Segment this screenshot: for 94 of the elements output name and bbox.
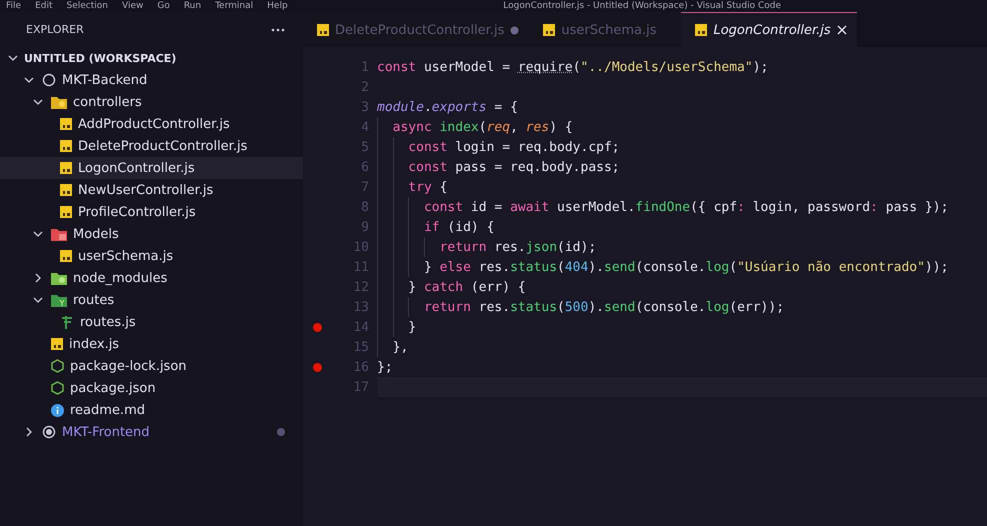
chevron-icon[interactable] [8, 53, 18, 63]
workspace-header[interactable]: UNTITLED (WORKSPACE) [0, 47, 303, 69]
folder-icon [51, 272, 67, 284]
folder-gear-icon [51, 96, 67, 108]
code-line: try { [408, 180, 448, 194]
line-number: 9 [360, 220, 369, 234]
unsaved-dot-icon [510, 26, 520, 34]
hexagon-icon [51, 359, 64, 373]
js-file-icon [317, 24, 329, 36]
tree-folder[interactable]: controllers [0, 91, 303, 113]
tree-folder[interactable]: node_modules [0, 267, 303, 289]
code-line: module.exports = { [377, 100, 518, 114]
code-line: const id = await userModel.findOne({ cpf: login, password: pass }); [424, 200, 948, 214]
tree-entry[interactable]: ProfileController.js [0, 201, 303, 223]
js-file-icon [60, 184, 72, 196]
code-line: }; [377, 360, 393, 374]
line-number: 8 [360, 200, 369, 214]
tree-folder[interactable]: MKT-Frontend [0, 421, 303, 443]
code-line: } else res.status(404).send(console.log("Usúario não encontrado")); [424, 260, 948, 274]
tree-entry[interactable]: NewUserController.js [0, 179, 303, 201]
line-number: 16 [352, 360, 369, 374]
chevron-icon[interactable] [33, 273, 43, 283]
code-line: return res.json(id); [440, 240, 596, 254]
js-file-icon [51, 338, 63, 350]
menu-bar-item[interactable]: Run [184, 1, 202, 11]
line-number: 10 [352, 240, 369, 254]
chevron-icon[interactable] [33, 229, 43, 239]
js-file-icon [695, 24, 708, 36]
js-file-icon [60, 162, 72, 174]
code-line: async index(req, res) { [392, 120, 573, 134]
code-line: const pass = req.body.pass; [408, 160, 620, 174]
line-number: 6 [360, 160, 369, 174]
js-file-icon [543, 24, 556, 36]
chevron-icon[interactable] [33, 97, 43, 107]
tree-entry[interactable]: routes.js [0, 311, 303, 333]
close-icon[interactable] [836, 25, 847, 35]
code-line: }, [392, 340, 408, 354]
more-icon[interactable] [271, 28, 285, 32]
window-title: LogonController.js - Untitled (Workspace) - Visual Studio Code [503, 1, 781, 11]
tree-folder[interactable]: routes [0, 289, 303, 311]
tree-entry[interactable]: package.json [0, 377, 303, 399]
line-number: 11 [352, 260, 369, 274]
line-number: 15 [352, 340, 369, 354]
menu-bar-item[interactable]: Edit [35, 1, 52, 11]
line-number: 4 [360, 120, 369, 134]
tree-entry[interactable]: package-lock.json [0, 355, 303, 377]
tree-folder[interactable]: MKT-Backend [0, 69, 303, 91]
code-line: const userModel = require("../Models/userSchema"); [377, 60, 768, 74]
js-file-icon [60, 206, 72, 218]
js-file-icon [60, 118, 72, 130]
chevron-icon[interactable] [24, 75, 34, 85]
menu-bar-item[interactable]: Help [267, 1, 288, 11]
code-line: const login = req.body.cpf; [408, 140, 620, 154]
js-file-icon [60, 250, 72, 262]
tree-entry[interactable]: LogonController.js [0, 157, 303, 179]
editor-tab[interactable]: LogonController.js [681, 12, 857, 47]
sidebar-title: EXPLORER [26, 23, 84, 36]
folder-icon [51, 228, 67, 240]
tree-entry[interactable]: readme.md [0, 399, 303, 421]
menu-bar-item[interactable]: Terminal [215, 1, 254, 11]
line-number: 12 [352, 280, 369, 294]
tree-entry[interactable]: AddProductController.js [0, 113, 303, 135]
line-number: 13 [352, 300, 369, 314]
line-number: 3 [360, 100, 369, 114]
tree-entry[interactable]: userSchema.js [0, 245, 303, 267]
signpost-icon [60, 315, 74, 329]
line-number: 2 [360, 80, 369, 94]
folder-icon [51, 294, 67, 306]
code-line: } catch (err) { [408, 280, 526, 294]
tree-entry[interactable]: DeleteProductController.js [0, 135, 303, 157]
chevron-icon[interactable] [33, 295, 43, 305]
circle-icon [42, 425, 56, 439]
code-line: } [408, 320, 416, 334]
info-icon [51, 404, 64, 416]
breakpoint-dot[interactable] [313, 322, 322, 332]
code-line: return res.status(500).send(console.log(err)); [424, 300, 784, 314]
line-number: 17 [352, 380, 369, 394]
breakpoint-dot[interactable] [313, 362, 322, 372]
line-number: 5 [360, 140, 369, 154]
tree-entry[interactable]: index.js [0, 333, 303, 355]
js-file-icon [60, 140, 72, 152]
line-number: 1 [360, 60, 369, 74]
menu-bar-item[interactable]: File [6, 1, 22, 11]
tree-folder[interactable]: Models [0, 223, 303, 245]
modified-dot [277, 428, 285, 436]
hexagon-icon [51, 381, 64, 395]
code-line: if (id) { [424, 220, 494, 234]
chevron-icon[interactable] [24, 427, 34, 437]
line-number: 7 [360, 180, 369, 194]
menu-bar-item[interactable]: Go [157, 1, 170, 11]
circle-icon [42, 73, 56, 87]
line-number: 14 [352, 320, 369, 334]
menu-bar-item[interactable]: Selection [66, 1, 108, 11]
menu-bar-item[interactable]: View [122, 1, 144, 11]
